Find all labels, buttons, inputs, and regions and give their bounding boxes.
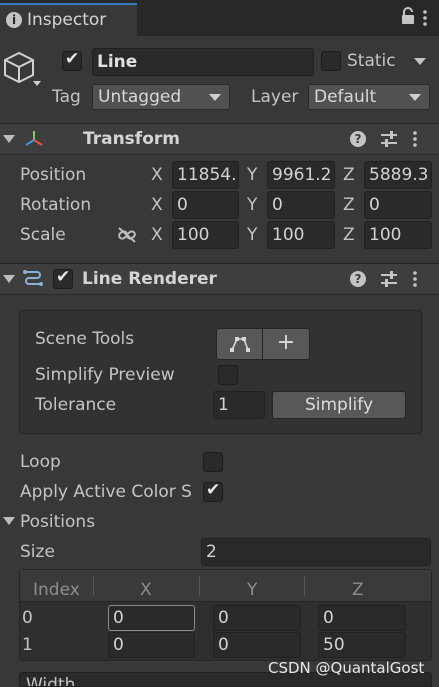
rotation-z-axis: Z	[343, 195, 355, 215]
apply-active-color-checkbox[interactable]: ✔	[203, 480, 223, 502]
size-field[interactable]: 2	[201, 538, 431, 566]
positions-label[interactable]: Positions	[20, 512, 95, 532]
static-checkbox[interactable]	[321, 51, 341, 71]
row-1-index: 1	[22, 635, 33, 655]
row-0-z-field[interactable]: 0	[318, 605, 406, 631]
row-0-x-field[interactable]: 0	[108, 605, 195, 631]
header-x[interactable]: X	[140, 580, 152, 600]
position-z-field[interactable]: 5889.3	[364, 161, 432, 189]
row-0-index: 0	[22, 608, 33, 628]
kebab-menu-icon[interactable]	[413, 271, 417, 287]
simplify-preview-label: Simplify Preview	[35, 365, 175, 385]
loop-checkbox[interactable]	[203, 452, 223, 472]
row-1-x-field[interactable]: 0	[108, 632, 195, 658]
transform-title: Transform	[83, 129, 180, 149]
checkmark-icon: ✔	[65, 49, 80, 69]
tab-inspector[interactable]: i Inspector	[0, 3, 137, 36]
help-icon[interactable]: ?	[350, 271, 366, 287]
position-label: Position	[20, 165, 87, 185]
tag-dropdown[interactable]: Untagged	[92, 84, 230, 110]
presets-icon[interactable]	[380, 271, 398, 287]
kebab-menu-icon[interactable]	[413, 131, 417, 147]
scale-x-axis: X	[151, 225, 163, 245]
chevron-down-icon	[409, 94, 421, 101]
position-y-axis: Y	[247, 165, 258, 185]
object-name-field[interactable]: Line	[92, 48, 314, 76]
header-y[interactable]: Y	[247, 580, 257, 600]
position-x-axis: X	[151, 165, 163, 185]
presets-icon[interactable]	[380, 131, 398, 147]
width-label: Width	[26, 675, 76, 687]
apply-active-color-label: Apply Active Color S	[20, 482, 192, 502]
constrain-proportions-icon[interactable]	[117, 226, 137, 244]
scene-tools-label: Scene Tools	[35, 329, 135, 349]
scale-x-field[interactable]: 100	[172, 221, 239, 249]
tag-value: Untagged	[98, 87, 182, 107]
scale-z-axis: Z	[343, 225, 355, 245]
static-dropdown-arrow-icon[interactable]	[414, 58, 426, 65]
size-label: Size	[20, 542, 55, 562]
tolerance-field[interactable]: 1	[213, 391, 265, 419]
static-label: Static	[347, 51, 396, 71]
simplify-button-label: Simplify	[304, 395, 374, 415]
line-renderer-enabled-checkbox[interactable]: ✔	[53, 267, 73, 289]
info-icon: i	[6, 12, 22, 28]
tag-label: Tag	[52, 87, 81, 107]
gameobject-cube-icon[interactable]	[2, 50, 42, 90]
scale-y-axis: Y	[247, 225, 258, 245]
transform-icon	[24, 129, 44, 149]
column-divider	[93, 576, 94, 596]
positions-foldout-arrow-icon[interactable]	[3, 517, 15, 525]
lock-icon[interactable]	[401, 7, 415, 25]
tolerance-label: Tolerance	[35, 395, 117, 415]
line-renderer-icon	[22, 268, 44, 290]
rotation-x-axis: X	[151, 195, 163, 215]
checkmark-icon: ✔	[206, 480, 221, 500]
positions-table-header	[20, 570, 431, 602]
line-renderer-title: Line Renderer	[82, 269, 217, 289]
row-1-y-field[interactable]: 0	[213, 632, 301, 658]
scale-y-field[interactable]: 100	[267, 221, 335, 249]
foldout-arrow-icon[interactable]	[3, 275, 15, 283]
kebab-menu-icon[interactable]	[423, 10, 427, 26]
help-icon[interactable]: ?	[350, 131, 366, 147]
column-divider	[304, 576, 305, 596]
tab-title: Inspector	[27, 10, 107, 30]
transform-header[interactable]	[0, 123, 439, 155]
rotation-label: Rotation	[20, 195, 92, 215]
layer-dropdown[interactable]: Default	[308, 84, 430, 110]
rotation-z-field[interactable]: 0	[364, 191, 432, 219]
add-point-button[interactable]: +	[262, 328, 310, 360]
active-checkbox[interactable]: ✔	[62, 49, 82, 71]
checkmark-icon: ✔	[56, 267, 71, 287]
layer-label: Layer	[251, 87, 299, 107]
watermark: CSDN @QuantalGost	[268, 659, 425, 677]
header-z[interactable]: Z	[352, 580, 364, 600]
row-1-z-field[interactable]: 50	[318, 632, 406, 658]
rotation-x-field[interactable]: 0	[172, 191, 239, 219]
loop-label: Loop	[20, 452, 61, 472]
rotation-y-axis: Y	[247, 195, 258, 215]
scale-z-field[interactable]: 100	[364, 221, 432, 249]
simplify-preview-checkbox[interactable]	[218, 365, 238, 385]
simplify-button[interactable]: Simplify	[272, 391, 406, 419]
add-point-label: +	[276, 330, 296, 355]
row-0-y-field[interactable]: 0	[213, 605, 301, 631]
layer-value: Default	[314, 87, 377, 107]
rotation-y-field[interactable]: 0	[267, 191, 335, 219]
edit-points-button[interactable]	[216, 328, 263, 360]
header-index[interactable]: Index	[33, 580, 80, 600]
foldout-arrow-icon[interactable]	[3, 135, 15, 143]
position-y-field[interactable]: 9961.2	[267, 161, 335, 189]
position-x-field[interactable]: 11854.	[172, 161, 239, 189]
chevron-down-icon	[209, 94, 221, 101]
edit-points-icon	[229, 337, 250, 352]
column-divider	[199, 576, 200, 596]
scale-label: Scale	[20, 225, 66, 245]
position-z-axis: Z	[343, 165, 355, 185]
